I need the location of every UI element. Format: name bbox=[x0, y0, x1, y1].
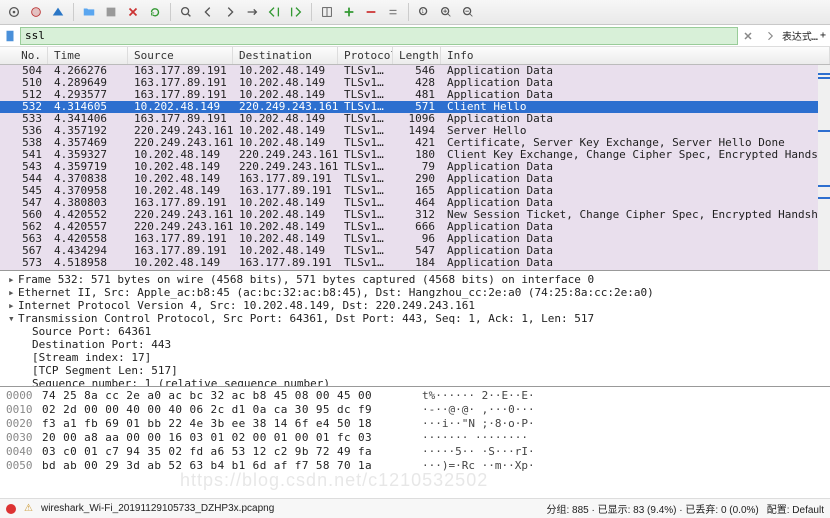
close-icon[interactable] bbox=[123, 2, 143, 22]
prev-icon[interactable] bbox=[198, 2, 218, 22]
packet-row[interactable]: 5334.341406163.177.89.19110.202.48.149TL… bbox=[0, 113, 830, 125]
packet-details-pane[interactable]: ▸Frame 532: 571 bytes on wire (4568 bits… bbox=[0, 271, 830, 387]
packet-row[interactable]: 5624.420557220.249.243.16110.202.48.149T… bbox=[0, 221, 830, 233]
detail-line[interactable]: [Stream index: 17] bbox=[8, 351, 830, 364]
status-profile[interactable]: 配置: Default bbox=[767, 501, 824, 516]
capture-indicator-icon[interactable] bbox=[6, 504, 16, 514]
resize-icon[interactable] bbox=[383, 2, 403, 22]
save-icon[interactable] bbox=[101, 2, 121, 22]
packet-row[interactable]: 5454.37095810.202.48.149163.177.89.191TL… bbox=[0, 185, 830, 197]
detail-line[interactable]: [TCP Segment Len: 517] bbox=[8, 364, 830, 377]
main-toolbar: 1 bbox=[0, 0, 830, 25]
col-length[interactable]: Length bbox=[393, 47, 441, 64]
add-icon[interactable] bbox=[339, 2, 359, 22]
packet-bytes-pane[interactable]: 000074 25 8a cc 2e a0 ac bc 32 ac b8 45 … bbox=[0, 387, 830, 471]
hex-row[interactable]: 0050bd ab 00 29 3d ab 52 63 b4 b1 6d af … bbox=[6, 459, 824, 471]
search-icon[interactable] bbox=[176, 2, 196, 22]
detail-line[interactable]: ▸Internet Protocol Version 4, Src: 10.20… bbox=[8, 299, 830, 312]
remove-icon[interactable] bbox=[361, 2, 381, 22]
display-filter-input[interactable] bbox=[20, 27, 738, 45]
hex-row[interactable]: 0020f3 a1 fb 69 01 bb 22 4e 3b ee 38 14 … bbox=[6, 417, 824, 431]
hex-row[interactable]: 001002 2d 00 00 40 00 40 06 2c d1 0a ca … bbox=[6, 403, 824, 417]
watermark: https://blog.csdn.net/c1210532502 bbox=[180, 470, 488, 491]
detail-line[interactable]: Destination Port: 443 bbox=[8, 338, 830, 351]
expert-icon[interactable]: ⚠ bbox=[24, 503, 33, 514]
col-no[interactable]: No. bbox=[0, 47, 48, 64]
packet-row[interactable]: 5474.380803163.177.89.19110.202.48.149TL… bbox=[0, 197, 830, 209]
zoom-in-icon[interactable] bbox=[436, 2, 456, 22]
apply-filter-icon[interactable] bbox=[760, 26, 780, 46]
first-icon[interactable] bbox=[264, 2, 284, 22]
packet-row[interactable]: 5384.357469220.249.243.16110.202.48.149T… bbox=[0, 137, 830, 149]
clear-filter-icon[interactable] bbox=[738, 26, 758, 46]
packet-row[interactable]: 5634.420558163.177.89.19110.202.48.149TL… bbox=[0, 233, 830, 245]
expression-button[interactable]: 表达式… bbox=[782, 28, 818, 43]
columns-icon[interactable] bbox=[317, 2, 337, 22]
tree-toggle-icon[interactable]: ▸ bbox=[8, 299, 18, 312]
col-destination[interactable]: Destination bbox=[233, 47, 338, 64]
packet-row[interactable]: 5364.357192220.249.243.16110.202.48.149T… bbox=[0, 125, 830, 137]
status-bar: ⚠ wireshark_Wi-Fi_20191129105733_DZHP3x.… bbox=[0, 498, 830, 518]
packet-row[interactable]: 5124.293577163.177.89.19110.202.48.149TL… bbox=[0, 89, 830, 101]
packet-row[interactable]: 5324.31460510.202.48.149220.249.243.161T… bbox=[0, 101, 830, 113]
tree-toggle-icon[interactable]: ▸ bbox=[8, 273, 18, 286]
hex-row[interactable]: 000074 25 8a cc 2e a0 ac bc 32 ac b8 45 … bbox=[6, 389, 824, 403]
packet-row[interactable]: 5434.35971910.202.48.149220.249.243.161T… bbox=[0, 161, 830, 173]
packet-list-header: No. Time Source Destination Protocol Len… bbox=[0, 47, 830, 65]
hex-row[interactable]: 003020 00 a8 aa 00 00 16 03 01 02 00 01 … bbox=[6, 431, 824, 445]
status-file: wireshark_Wi-Fi_20191129105733_DZHP3x.pc… bbox=[41, 503, 274, 514]
zoom-out-icon[interactable] bbox=[458, 2, 478, 22]
status-counts: 分组: 885 · 已显示: 83 (9.4%) · 已丢弃: 0 (0.0%) bbox=[546, 501, 758, 516]
col-time[interactable]: Time bbox=[48, 47, 128, 64]
col-source[interactable]: Source bbox=[128, 47, 233, 64]
display-filter-bar: 表达式… + bbox=[0, 25, 830, 47]
detail-line[interactable]: Source Port: 64361 bbox=[8, 325, 830, 338]
shark-icon[interactable] bbox=[48, 2, 68, 22]
packet-row[interactable]: 5104.289649163.177.89.19110.202.48.149TL… bbox=[0, 77, 830, 89]
packet-row[interactable]: 6325.18682110.202.48.149163.177.89.191TL… bbox=[0, 269, 830, 271]
detail-line[interactable]: ▾Transmission Control Protocol, Src Port… bbox=[8, 312, 830, 325]
svg-text:1: 1 bbox=[421, 9, 424, 15]
gear-icon[interactable] bbox=[4, 2, 24, 22]
col-info[interactable]: Info bbox=[441, 47, 830, 64]
bookmark-icon[interactable] bbox=[0, 26, 20, 46]
packet-list-pane: No. Time Source Destination Protocol Len… bbox=[0, 47, 830, 271]
detail-line[interactable]: ▸Frame 532: 571 bytes on wire (4568 bits… bbox=[8, 273, 830, 286]
packet-row[interactable]: 5734.51895810.202.48.149163.177.89.191TL… bbox=[0, 257, 830, 269]
zoom100-icon[interactable]: 1 bbox=[414, 2, 434, 22]
add-filter-button[interactable]: + bbox=[820, 30, 826, 41]
packet-row[interactable]: 5604.420552220.249.243.16110.202.48.149T… bbox=[0, 209, 830, 221]
circle-red-icon[interactable] bbox=[26, 2, 46, 22]
detail-line[interactable]: Sequence number: 1 (relative sequence nu… bbox=[8, 377, 830, 387]
packet-row[interactable]: 5414.35932710.202.48.149220.249.243.161T… bbox=[0, 149, 830, 161]
packet-row[interactable]: 5444.37083810.202.48.149163.177.89.191TL… bbox=[0, 173, 830, 185]
detail-line[interactable]: ▸Ethernet II, Src: Apple_ac:b8:45 (ac:bc… bbox=[8, 286, 830, 299]
packet-scroll-gutter[interactable] bbox=[818, 65, 830, 271]
jump-icon[interactable] bbox=[242, 2, 262, 22]
hex-row[interactable]: 004003 c0 01 c7 94 35 02 fd a6 53 12 c2 … bbox=[6, 445, 824, 459]
reload-icon[interactable] bbox=[145, 2, 165, 22]
col-protocol[interactable]: Protocol bbox=[338, 47, 393, 64]
folder-icon[interactable] bbox=[79, 2, 99, 22]
tree-toggle-icon[interactable]: ▸ bbox=[8, 286, 18, 299]
next-icon[interactable] bbox=[220, 2, 240, 22]
last-icon[interactable] bbox=[286, 2, 306, 22]
tree-toggle-icon[interactable]: ▾ bbox=[8, 312, 18, 325]
packet-row[interactable]: 5044.266276163.177.89.19110.202.48.149TL… bbox=[0, 65, 830, 77]
packet-row[interactable]: 5674.434294163.177.89.19110.202.48.149TL… bbox=[0, 245, 830, 257]
